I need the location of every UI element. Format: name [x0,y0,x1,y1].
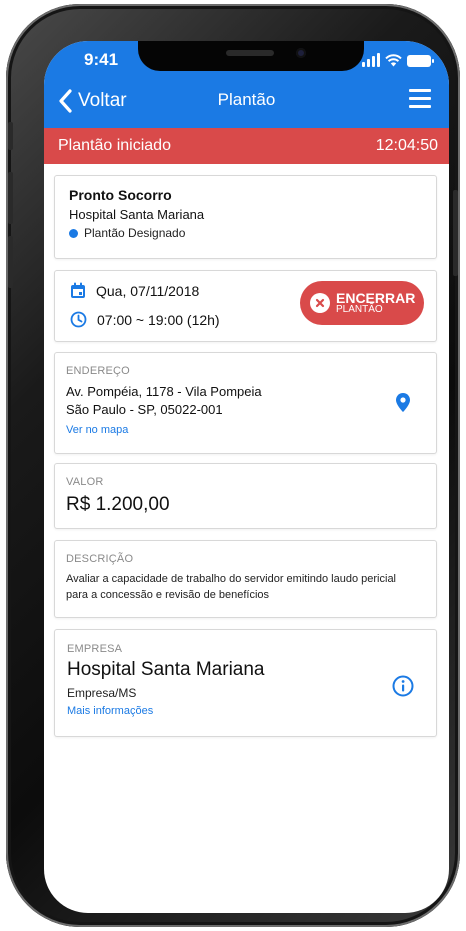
shift-hospital: Hospital Santa Mariana [69,207,205,222]
info-icon[interactable] [392,675,414,697]
shift-sector: Pronto Socorro [69,187,172,203]
map-link[interactable]: Ver no mapa [66,424,425,436]
end-shift-main-label: ENCERRAR [336,290,416,306]
shift-status: Plantão Designado [69,226,422,240]
status-icons [362,51,434,67]
end-shift-button[interactable]: ENCERRAR PLANTÃO [300,281,424,325]
description-card: DESCRIÇÃO Avaliar a capacidade de trabal… [54,540,437,618]
volume-down-button [8,236,13,288]
company-sub: Empresa/MS [67,686,137,700]
company-name: Hospital Santa Mariana [67,659,265,680]
description-line2: para a concessão e revisão de benefícios [66,589,270,601]
end-shift-sub-label: PLANTÃO [336,304,383,315]
address-line1: Av. Pompéia, 1178 - Vila Pompeia [66,384,262,399]
volume-up-button [8,172,13,224]
shift-timer: 12:04:50 [375,137,438,154]
status-time: 9:41 [84,50,119,69]
status-dot [69,228,78,238]
shift-date: Qua, 07/11/2018 [96,282,200,299]
schedule-card: Qua, 07/11/2018 07:00 ~ 19:00 (12h) ENCE… [54,270,437,342]
close-circle-icon [310,293,330,313]
shift-info-card: Pronto Socorro Hospital Santa Mariana Pl… [54,175,437,259]
front-camera [296,48,306,58]
signal-icon [362,53,380,67]
clock-icon [70,311,87,328]
value-label: VALOR [66,476,104,488]
location-pin-icon[interactable] [396,393,410,412]
shift-started-banner: Plantão iniciado 12:04:50 [44,128,449,164]
address-card: ENDEREÇO Av. Pompéia, 1178 - Vila Pompei… [54,352,437,454]
calendar-icon [71,282,85,298]
phone-screen: 9:41 Voltar Plantão Plantão iniciado 12:… [44,41,449,913]
company-label: EMPRESA [67,643,123,655]
end-shift-labels: ENCERRAR PLANTÃO [336,291,415,315]
company-card: EMPRESA Hospital Santa Mariana Empresa/M… [54,629,437,737]
shift-value: R$ 1.200,00 [66,494,170,515]
menu-icon[interactable] [409,89,431,109]
status-label: Plantão Designado [84,226,186,240]
date-row: Qua, 07/11/2018 [70,282,199,299]
description-line1: Avaliar a capacidade de trabalho do serv… [66,573,396,585]
phone-frame: 9:41 Voltar Plantão Plantão iniciado 12:… [6,4,460,927]
address-text: Av. Pompéia, 1178 - Vila Pompeia São Pau… [66,383,425,419]
wifi-icon [385,54,402,67]
page-title: Plantão [217,90,276,109]
mute-switch [8,122,13,150]
more-info-link[interactable]: Mais informações [67,705,424,717]
description-label: DESCRIÇÃO [66,553,134,565]
shift-time-range: 07:00 ~ 19:00 (12h) [97,311,220,328]
time-row: 07:00 ~ 19:00 (12h) [70,311,220,328]
description-text: Avaliar a capacidade de trabalho do serv… [66,571,425,603]
address-line2: São Paulo - SP, 05022-001 [66,402,223,417]
battery-icon [407,55,434,67]
power-button [453,190,458,276]
app-header: 9:41 Voltar Plantão Plantão iniciado 12:… [44,41,449,164]
value-card: VALOR R$ 1.200,00 [54,463,437,529]
address-label: ENDEREÇO [66,365,130,377]
banner-label: Plantão iniciado [58,137,171,154]
speaker [226,50,274,56]
notch [138,41,364,71]
